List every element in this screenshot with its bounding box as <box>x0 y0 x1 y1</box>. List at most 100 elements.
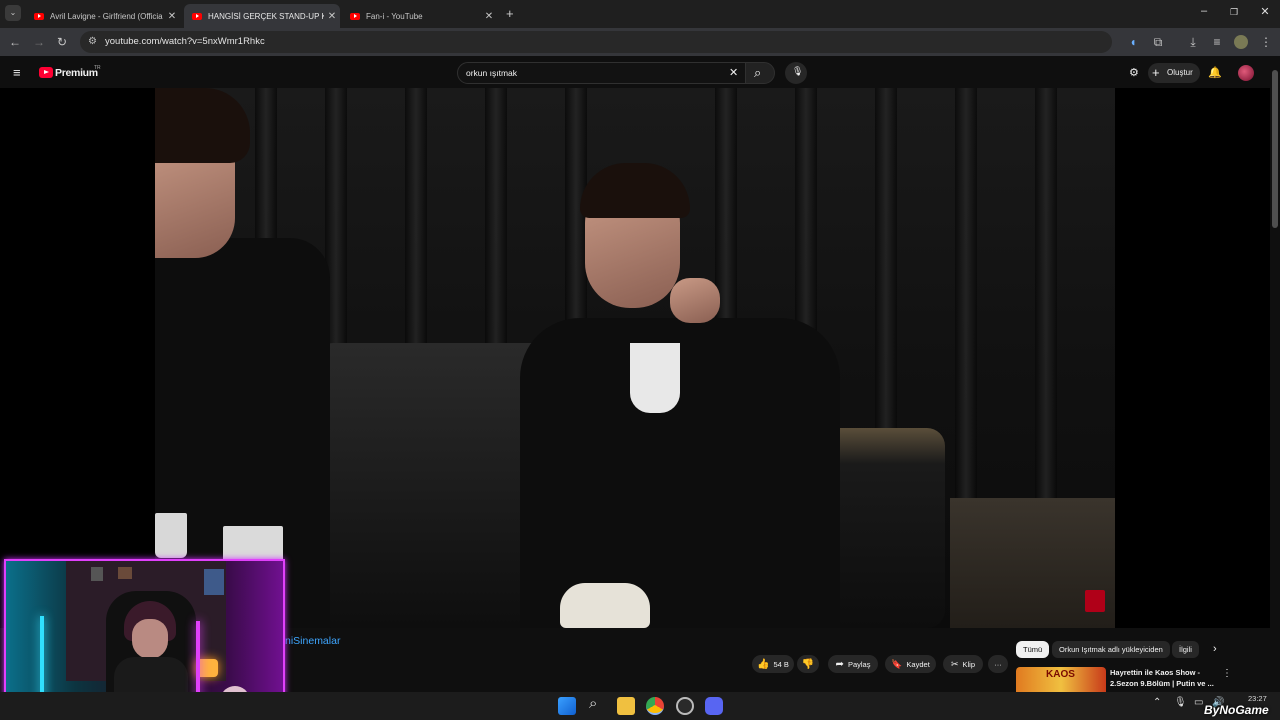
discord-icon[interactable] <box>705 697 723 715</box>
windows-start-icon[interactable] <box>558 697 576 715</box>
chip-related[interactable]: İlgili <box>1172 641 1199 658</box>
bynogame-watermark: ByNoGame <box>1204 703 1269 717</box>
plus-icon: + <box>1152 65 1160 80</box>
save-label: Kaydet <box>906 659 930 669</box>
like-button[interactable]: 👍 54 B <box>752 655 794 673</box>
tab-hangisi-gercek[interactable]: HANGİSİ GERÇEK STAND-UP K ✕ <box>184 4 340 28</box>
thumbnail-text: KAOS <box>1046 669 1075 680</box>
browser-menu-icon[interactable]: ⋮ <box>1258 34 1274 50</box>
url-text: youtube.com/watch?v=5nxWmr1Rhkc <box>105 36 265 47</box>
share-icon: ➦ <box>835 658 844 670</box>
clip-button[interactable]: ✂ Klip <box>943 655 983 673</box>
windows-taskbar <box>0 692 1280 720</box>
site-info-icon[interactable]: ⚙ <box>88 36 97 47</box>
more-actions-button[interactable]: ··· <box>988 655 1008 673</box>
curtain-fold <box>955 88 977 558</box>
person-right-hair <box>580 163 690 218</box>
close-tab-icon[interactable]: ✕ <box>164 11 180 22</box>
person-right-body <box>520 318 840 628</box>
microphone-icon: 🎙 <box>792 66 804 76</box>
like-count: 54 B <box>773 659 789 669</box>
extensions-puzzle-icon[interactable]: ⧉ <box>1150 34 1166 50</box>
address-bar[interactable]: ⚙ youtube.com/watch?v=5nxWmr1Rhkc <box>80 31 1112 53</box>
download-icon[interactable]: ⤓ <box>1185 34 1201 50</box>
person-right-hand <box>670 278 720 323</box>
back-icon[interactable]: ← <box>7 34 23 50</box>
wall-frame <box>118 567 132 579</box>
close-tab-icon[interactable]: ✕ <box>324 11 340 22</box>
youtube-favicon-icon <box>192 12 202 20</box>
scissors-icon: ✂ <box>950 658 959 669</box>
clip-label: Klip <box>962 659 976 669</box>
hamburger-menu-icon[interactable]: ≡ <box>13 65 21 80</box>
chips-next-icon[interactable]: › <box>1213 643 1217 655</box>
upload-settings-icon[interactable]: ⚙ <box>1129 66 1139 79</box>
account-avatar[interactable] <box>1238 65 1254 81</box>
forward-icon[interactable]: → <box>31 34 47 50</box>
tray-overflow-icon[interactable]: ⌃ <box>1153 697 1161 708</box>
clear-search-icon[interactable]: ✕ <box>729 66 738 79</box>
tab-label: Avril Lavigne - Girlfriend (Officia <box>50 11 163 21</box>
search-icon: ⌕ <box>754 65 762 80</box>
share-button[interactable]: ➦ Paylaş <box>828 655 878 673</box>
tab-avril-lavigne[interactable]: Avril Lavigne - Girlfriend (Officia ✕ <box>26 4 180 28</box>
network-icon[interactable]: ▭ <box>1194 697 1203 708</box>
new-tab-button[interactable]: + <box>506 6 514 21</box>
video-player[interactable] <box>155 88 1115 628</box>
tab-fan-i[interactable]: Fan-i - YouTube ✕ <box>342 4 497 28</box>
recommendation-title-line2[interactable]: 2.Sezon 9.Bölüm | Putin ve ... <box>1110 679 1214 688</box>
search-query: orkun ışıtmak <box>466 68 518 78</box>
search-input[interactable]: orkun ışıtmak ✕ <box>457 62 746 84</box>
search-button[interactable]: ⌕ <box>745 62 775 84</box>
file-explorer-icon[interactable] <box>617 697 635 715</box>
clock-time[interactable]: 23:27 <box>1248 694 1267 703</box>
wall-frame <box>204 569 224 595</box>
tab-search-icon[interactable]: ⌄ <box>5 5 21 21</box>
minimize-icon[interactable]: – <box>1194 5 1214 17</box>
person-left-hair <box>155 88 250 163</box>
youtube-logo-icon[interactable] <box>39 67 53 78</box>
notifications-bell-icon[interactable]: 🔔 <box>1208 66 1222 79</box>
taskbar-search-icon[interactable]: ⌕ <box>589 695 597 712</box>
white-tshirt <box>630 343 680 413</box>
mug <box>155 513 187 558</box>
youtube-favicon-icon <box>350 12 360 20</box>
theater-right-pad <box>1115 88 1270 628</box>
chrome-icon[interactable] <box>646 697 664 715</box>
voice-search-button[interactable]: 🎙 <box>785 62 807 84</box>
extension-audio-icon[interactable]: ◖ <box>1125 34 1141 50</box>
curtain-fold <box>1035 88 1057 558</box>
close-window-icon[interactable]: ✕ <box>1255 5 1275 18</box>
chip-all[interactable]: Tümü <box>1016 641 1050 658</box>
thumbs-down-icon: 👎 <box>801 658 815 670</box>
restore-icon[interactable]: ❐ <box>1224 7 1244 18</box>
youtube-premium-label[interactable]: Premium <box>55 67 98 79</box>
recommendation-thumbnail[interactable]: KAOS <box>1016 667 1106 692</box>
dislike-button[interactable]: 👎 <box>797 655 819 673</box>
channel-name-link[interactable]: niSinemalar <box>285 635 340 647</box>
browser-tab-strip: ⌄ Avril Lavigne - Girlfriend (Officia ✕ … <box>0 0 1280 28</box>
create-label: Oluştur <box>1167 68 1193 77</box>
microphone-tray-icon[interactable]: 🎙 <box>1174 697 1187 708</box>
reading-list-icon[interactable]: ≡ <box>1209 34 1225 50</box>
scrollbar-thumb[interactable] <box>1272 70 1278 228</box>
chip-from-uploader[interactable]: Orkun Işıtmak adlı yükleyiciden <box>1052 641 1170 658</box>
tab-label: HANGİSİ GERÇEK STAND-UP K <box>208 11 324 21</box>
theater-left-pad <box>0 88 155 628</box>
reload-icon[interactable]: ↻ <box>54 34 70 50</box>
obs-icon[interactable] <box>676 697 694 715</box>
recommendation-menu-icon[interactable]: ⋮ <box>1222 668 1232 679</box>
thumbs-up-icon: 👍 <box>757 658 770 670</box>
sneaker <box>560 583 650 628</box>
streamer-face <box>132 619 168 659</box>
bookmark-icon: 🔖 <box>891 658 903 669</box>
profile-avatar[interactable] <box>1234 35 1248 49</box>
close-tab-icon[interactable]: ✕ <box>481 11 497 22</box>
recommendation-title-line1[interactable]: Hayrettin ile Kaos Show - <box>1110 668 1200 677</box>
channel-watermark[interactable] <box>1085 590 1105 612</box>
share-label: Paylaş <box>847 659 871 669</box>
tab-label: Fan-i - YouTube <box>366 11 423 21</box>
region-code: TR <box>94 65 101 71</box>
save-button[interactable]: 🔖 Kaydet <box>885 655 936 673</box>
create-button[interactable]: + Oluştur <box>1148 63 1200 83</box>
